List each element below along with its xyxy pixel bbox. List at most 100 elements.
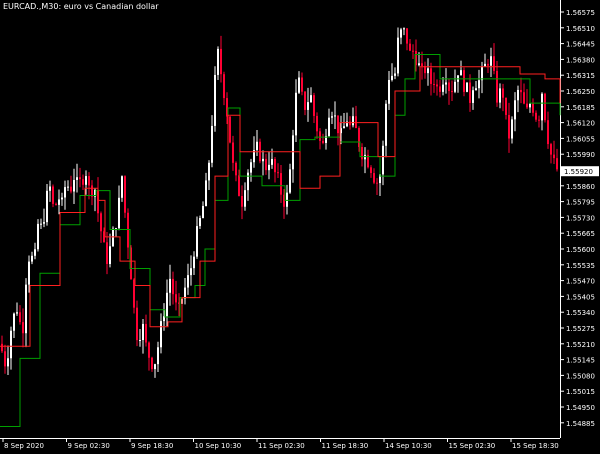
candle-body [514,100,516,120]
candle-body [298,77,300,93]
candle-body [1,343,3,352]
candle-body [523,92,525,104]
candle-body [361,146,363,160]
candle-body [319,131,321,141]
candle-body [61,197,63,200]
y-tick-label: 1.55210 [566,341,595,349]
x-tick-label: 14 Sep 10:30 [385,442,432,450]
y-tick-label: 1.55275 [566,325,595,333]
x-tick-label: 11 Sep 18:30 [322,442,369,450]
candle-body [397,37,399,74]
chart-area[interactable]: EURCAD.,M30: euro vs Canadian dollar 1.5… [0,0,600,450]
candle-body [106,242,108,264]
y-tick-label: 1.55600 [566,246,595,254]
candle-body [382,145,384,175]
y-tick-label: 1.55665 [566,230,595,238]
candle-body [463,70,465,92]
y-tick-label: 1.55535 [566,262,595,270]
candle-body [196,226,198,257]
candle-body [496,70,498,103]
candle-body [439,86,441,92]
y-tick-label: 1.55405 [566,293,595,301]
candle-body [139,340,141,342]
x-tick-label: 9 Sep 18:30 [131,442,173,450]
candle-body [388,79,390,104]
candle-body [328,117,330,136]
candle-body [52,186,54,204]
candle-body [550,144,552,155]
candle-body [7,358,9,367]
candle-body [49,186,51,191]
candle-body [19,312,21,323]
candle-body [400,29,402,38]
candle-body [223,74,225,99]
candle-body [421,63,423,67]
candle-body [115,228,117,230]
candle-body [526,103,528,108]
y-tick-label: 1.54885 [566,420,595,428]
y-tick-label: 1.56380 [566,56,595,64]
candle-body [202,205,204,219]
candle-body [124,176,126,213]
candle-body [412,50,414,52]
x-tick-label: 15 Sep 02:30 [449,442,496,450]
candle-body [313,95,315,116]
candle-body [55,203,57,205]
candle-body [13,313,15,331]
y-tick-label: 1.55860 [566,183,595,191]
candle-body [208,162,210,181]
candle-body [466,82,468,92]
candle-body [136,307,138,341]
signal-line [0,66,561,347]
candle-body [166,292,168,317]
candle-body [454,81,456,92]
y-tick-label: 1.56055 [566,135,595,143]
candle-body [499,88,501,103]
candle-body [31,255,33,262]
candle-body [271,158,273,165]
candle-body [373,173,375,183]
candle-body [409,43,411,51]
candle-body [151,357,153,370]
candle-body [82,179,84,185]
candle-body [292,135,294,170]
candle-body [451,91,453,93]
y-tick-label: 1.55470 [566,278,595,286]
candle-body [343,126,345,129]
candle-body [301,77,303,92]
candle-body [127,212,129,248]
candle-body [157,347,159,365]
candle-body [67,186,69,188]
candle-body [268,164,270,171]
candle-body [265,158,267,171]
candle-body [91,185,93,197]
y-tick-label: 1.55080 [566,372,595,380]
candle-body [73,179,75,192]
x-tick-label: 15 Sep 18:30 [512,442,559,450]
candle-body [4,351,6,367]
candle-body [22,322,24,334]
y-tick-label: 1.54950 [566,404,595,412]
candle-body [331,116,333,118]
candle-body [352,116,354,126]
candle-body [112,228,114,247]
candle-body [274,158,276,173]
candle-body [70,186,72,192]
candle-body [262,158,264,162]
y-tick-label: 1.55990 [566,151,595,159]
candle-body [394,73,396,76]
candle-body [472,90,474,103]
candle-body [160,321,162,348]
candle-body [277,172,279,174]
candle-body [406,28,408,44]
candle-body [529,103,531,108]
candle-body [502,88,504,98]
candle-body [85,176,87,185]
candle-body [376,182,378,184]
y-tick-label: 1.55145 [566,357,595,365]
candle-body [169,278,171,293]
y-tick-label: 1.56315 [566,72,595,80]
candle-body [190,268,192,276]
candle-body [385,103,387,146]
chart-svg: 1.56575 1.56510 1.56445 1.56380 1.56315 1.562… [0,0,599,450]
